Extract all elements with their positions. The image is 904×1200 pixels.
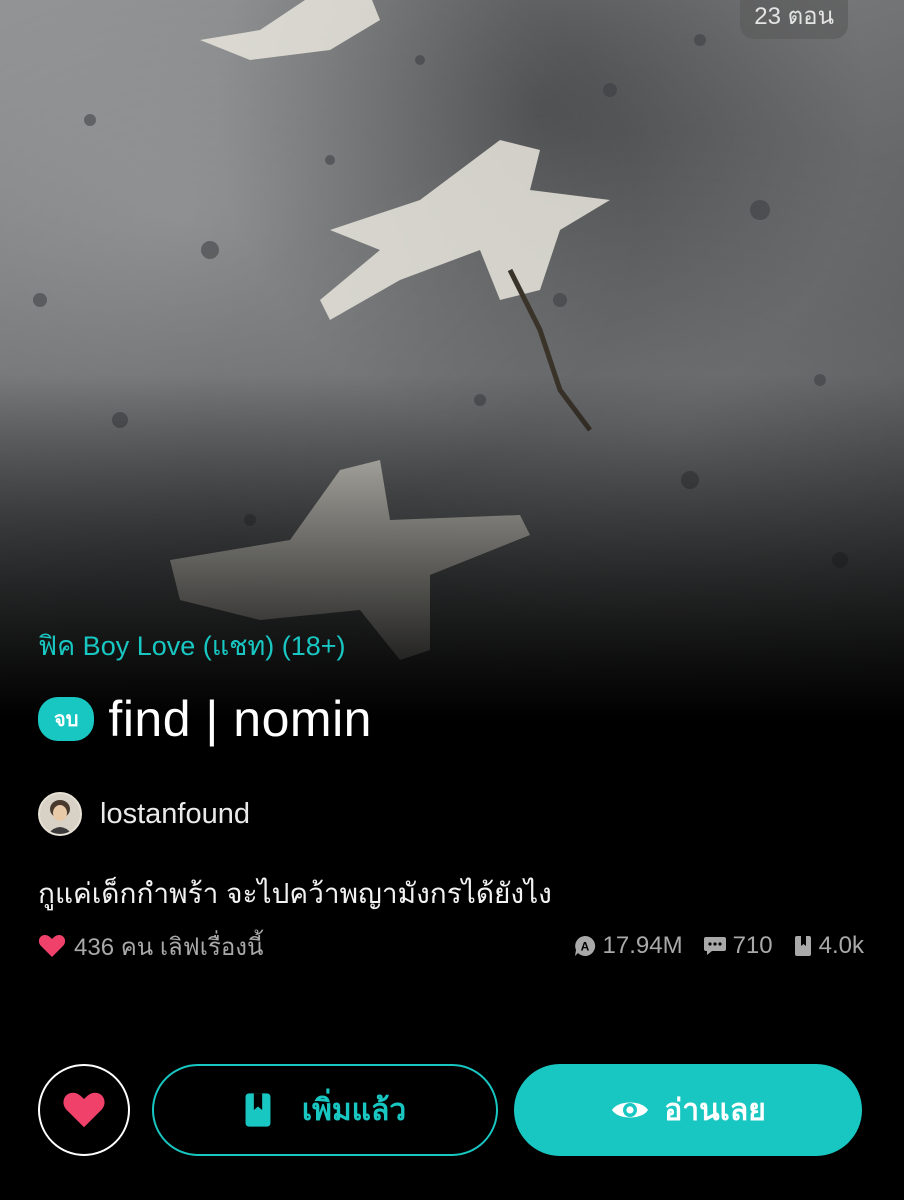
library-button-label: เพิ่มแล้ว: [301, 1093, 407, 1127]
story-metrics: A 17.94M 710 4.0k: [553, 932, 864, 960]
cover-image: 23 ตอน: [0, 0, 904, 720]
comments-stat: 710: [703, 932, 773, 960]
book-icon: [794, 936, 811, 956]
read-button-label: อ่านเลย: [664, 1093, 766, 1127]
love-count-text: 436 คน เลิฟเรื่องนี้: [74, 933, 264, 961]
title-row: จบ find | nomin: [38, 690, 372, 748]
bookmarks-stat: 4.0k: [793, 932, 864, 960]
love-count: 436 คน เลิฟเรื่องนี้: [38, 927, 263, 966]
comments-count: 710: [732, 932, 773, 959]
status-badge: จบ: [38, 697, 95, 741]
stats-row: 436 คน เลิฟเรื่องนี้ A 17.94M 710 4.0k: [38, 928, 864, 964]
heart-icon: [38, 935, 66, 957]
comment-icon: [703, 937, 726, 955]
heart-icon: [63, 1092, 105, 1128]
views-count: 17.94M: [602, 932, 683, 959]
views-stat: A 17.94M: [573, 932, 683, 960]
avatar[interactable]: [38, 792, 82, 836]
story-title: find | nomin: [108, 691, 372, 747]
author-name[interactable]: lostanfound: [100, 798, 250, 831]
add-to-library-button[interactable]: เพิ่มแล้ว: [152, 1064, 498, 1156]
svg-text:A: A: [580, 940, 589, 954]
bookmark-icon: [245, 1093, 271, 1127]
author-row[interactable]: lostanfound: [38, 792, 250, 836]
love-button[interactable]: [38, 1064, 130, 1156]
eye-icon: [612, 1102, 649, 1118]
bookmarks-count: 4.0k: [818, 932, 864, 959]
synopsis: กูแค่เด็กกำพร้า จะไปคว้าพญามังกรได้ยังไง: [38, 878, 552, 909]
views-icon: A: [574, 935, 595, 956]
category-label[interactable]: ฟิค Boy Love (แชท) (18+): [38, 624, 346, 667]
episode-count: 23 ตอน: [740, 0, 848, 39]
read-now-button[interactable]: อ่านเลย: [514, 1064, 862, 1156]
